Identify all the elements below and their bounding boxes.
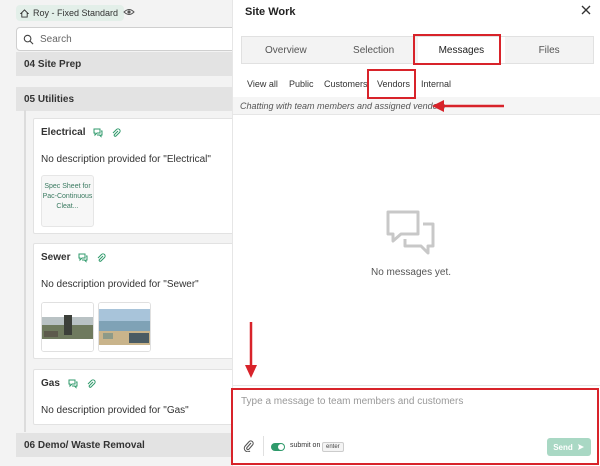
card-title: Electrical (41, 127, 122, 138)
subtab-vendors[interactable]: Vendors (377, 77, 410, 91)
comment-icon[interactable] (78, 253, 88, 263)
home-icon (20, 8, 29, 18)
subtab-view-all[interactable]: View all (247, 77, 278, 91)
card-sewer[interactable]: Sewer No description provided for "Sewer… (33, 243, 232, 359)
subtab-customers[interactable]: Customers (324, 77, 368, 91)
section-demo-waste-removal[interactable]: 06 Demo/ Waste Removal (16, 433, 232, 457)
search-input[interactable]: Search (16, 27, 232, 51)
card-description: No description provided for "Electrical" (41, 154, 211, 165)
card-title-label: Sewer (41, 252, 71, 263)
paperclip-icon[interactable] (111, 127, 122, 138)
eye-icon[interactable] (123, 7, 135, 17)
attachment-thumbnail[interactable]: Spec Sheet for Pac-Continuous Cleat... (41, 175, 94, 227)
search-placeholder: Search (40, 33, 72, 45)
message-input[interactable]: Type a message to team members and custo… (241, 396, 463, 407)
photo-thumbnail[interactable] (98, 302, 151, 352)
tree-line (24, 110, 26, 432)
section-site-prep[interactable]: 04 Site Prep (16, 52, 232, 76)
section-label: 04 Site Prep (24, 58, 82, 70)
subtab-internal[interactable]: Internal (421, 77, 451, 91)
photo-image (42, 303, 93, 351)
empty-state-text: No messages yet. (370, 267, 452, 278)
close-icon[interactable] (581, 5, 591, 15)
search-icon (23, 34, 34, 44)
enter-key-badge: enter (322, 442, 344, 452)
section-label: 06 Demo/ Waste Removal (24, 439, 145, 451)
paperclip-icon[interactable] (96, 252, 107, 263)
tab-bar: Overview Selection Messages Files (241, 36, 594, 64)
send-icon (577, 444, 584, 450)
paperclip-icon[interactable] (243, 440, 254, 452)
card-gas[interactable]: Gas No description provided for "Gas" (33, 369, 232, 425)
card-title: Gas (41, 378, 96, 389)
comment-icon[interactable] (93, 128, 103, 138)
card-title: Sewer (41, 252, 107, 263)
chat-audience-info: Chatting with team members and assigned … (233, 97, 600, 115)
card-title-label: Electrical (41, 127, 86, 138)
comment-icon[interactable] (68, 379, 78, 389)
card-electrical[interactable]: Electrical No description provided for "… (33, 118, 232, 234)
section-label: 05 Utilities (24, 93, 75, 105)
card-title-label: Gas (41, 378, 60, 389)
subtab-public[interactable]: Public (289, 77, 314, 91)
submit-on-enter-toggle[interactable] (271, 443, 285, 451)
card-description: No description provided for "Sewer" (41, 279, 199, 290)
divider (263, 436, 264, 456)
submit-on-label: submit on (290, 442, 321, 449)
chat-bubbles-icon (386, 210, 435, 255)
send-label: Send (553, 442, 573, 452)
panel-title: Site Work (245, 6, 296, 18)
project-chip[interactable]: Roy - Fixed Standard (16, 5, 125, 21)
tab-files[interactable]: Files (505, 37, 593, 63)
site-work-panel: Site Work Overview Selection Messages Fi… (232, 0, 600, 466)
tab-selection[interactable]: Selection (330, 37, 418, 63)
photo-image (99, 303, 150, 351)
left-panel: Roy - Fixed Standard Search 04 Site Prep… (0, 0, 232, 466)
send-button[interactable]: Send (547, 438, 591, 456)
tab-overview[interactable]: Overview (242, 37, 330, 63)
card-description: No description provided for "Gas" (41, 405, 189, 416)
paperclip-icon[interactable] (86, 378, 96, 389)
message-composer: Type a message to team members and custo… (233, 385, 600, 466)
tab-messages[interactable]: Messages (417, 37, 506, 63)
section-utilities[interactable]: 05 Utilities (16, 87, 232, 111)
project-chip-label: Roy - Fixed Standard (33, 8, 119, 18)
photo-thumbnail[interactable] (41, 302, 94, 352)
